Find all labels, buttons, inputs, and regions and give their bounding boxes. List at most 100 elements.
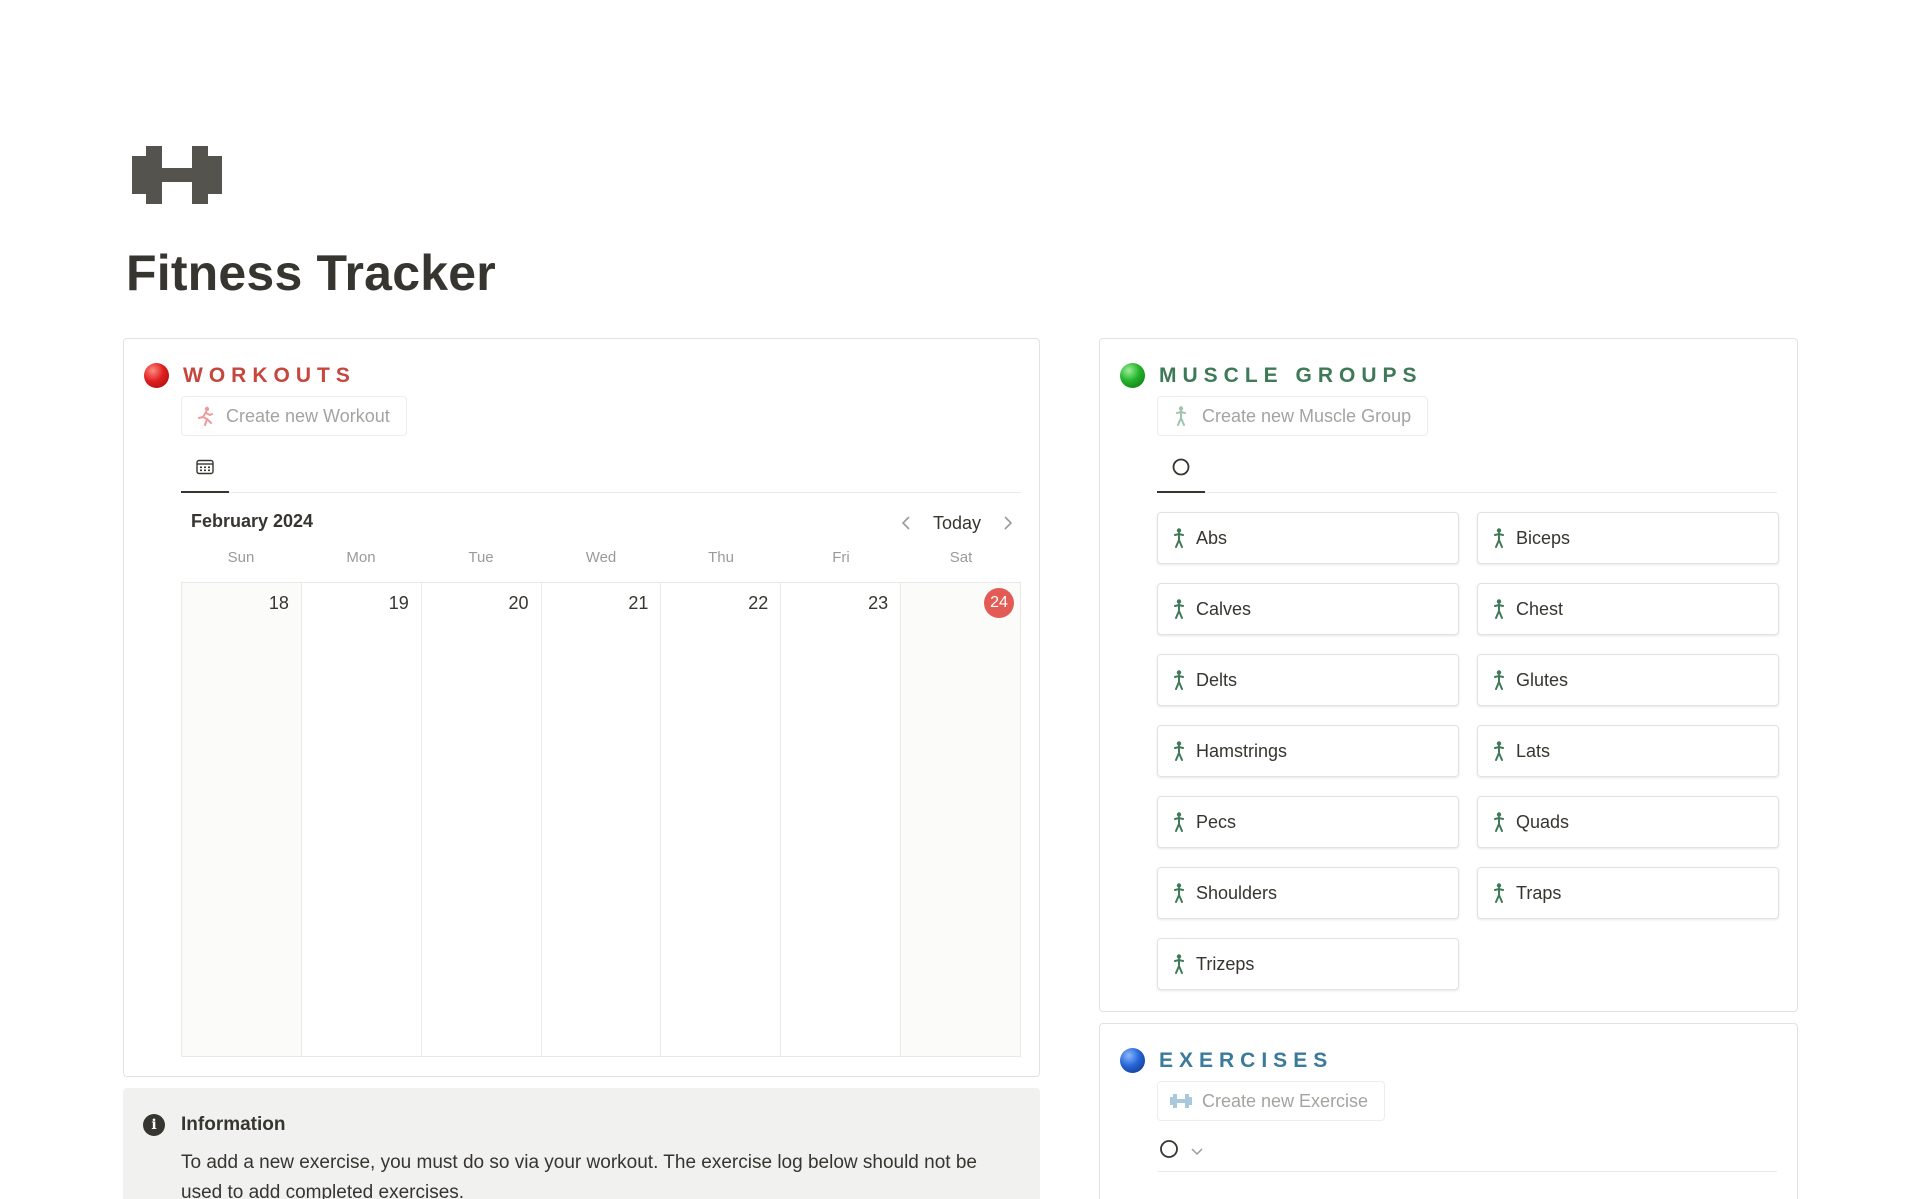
dumbbell-icon — [1170, 1090, 1192, 1112]
create-workout-button[interactable]: Create new Workout — [181, 396, 407, 436]
calendar-weekdays: Sun Mon Tue Wed Thu Fri Sat — [181, 549, 1021, 579]
muscle-group-name: Pecs — [1196, 811, 1237, 832]
create-exercise-button[interactable]: Create new Exercise — [1157, 1081, 1386, 1121]
standing-figure-icon — [1492, 883, 1506, 903]
standing-figure-icon — [1492, 741, 1506, 761]
workouts-title: WORKOUTS — [183, 363, 356, 387]
calendar-day-cell[interactable]: 18 — [182, 583, 302, 1056]
calendar-week-grid: 18 19 20 21 22 23 24 — [181, 582, 1022, 1057]
exercises-view-bar — [1157, 1132, 1777, 1172]
calendar-day-cell[interactable]: 20 — [422, 583, 542, 1056]
workouts-database: WORKOUTS Create new Workout February 202… — [123, 338, 1040, 1077]
muscle-group-name: Shoulders — [1196, 882, 1278, 903]
muscle-group-card[interactable]: Hamstrings — [1157, 725, 1459, 777]
info-icon: i — [143, 1114, 165, 1136]
workouts-header: WORKOUTS — [144, 363, 356, 388]
green-circle-icon — [1120, 363, 1145, 388]
muscle-group-name: Calves — [1196, 598, 1252, 619]
day-number: 23 — [868, 593, 889, 613]
muscle-group-name: Glutes — [1516, 669, 1569, 690]
today-day-badge: 24 — [984, 588, 1015, 618]
muscle-group-card[interactable]: Trizeps — [1157, 938, 1459, 990]
muscle-group-card[interactable]: Traps — [1477, 867, 1779, 919]
calendar-day-cell[interactable]: 23 — [781, 583, 902, 1056]
standing-figure-icon — [1172, 670, 1186, 690]
muscle-group-card[interactable]: Glutes — [1477, 654, 1779, 706]
muscle-group-card[interactable]: Chest — [1477, 583, 1779, 635]
day-number: 20 — [508, 593, 529, 613]
tab-calendar-view[interactable] — [181, 447, 229, 493]
weekday-label: Sun — [227, 549, 255, 566]
weekday-label: Fri — [832, 549, 850, 566]
info-text: To add a new exercise, you must do so vi… — [181, 1152, 977, 1199]
muscle-group-name: Trizeps — [1196, 953, 1255, 974]
muscle-group-name: Quads — [1516, 811, 1570, 832]
create-muscle-group-button[interactable]: Create new Muscle Group — [1157, 396, 1429, 436]
weekday-label: Wed — [585, 549, 617, 566]
muscle-group-card[interactable]: Calves — [1157, 583, 1459, 635]
standing-figure-icon — [1492, 528, 1506, 548]
circle-icon — [1172, 458, 1190, 481]
day-number: 18 — [268, 593, 289, 613]
calendar-month: February 2024 — [191, 511, 314, 531]
muscle-groups-database: MUSCLE GROUPS Create new Muscle Group Ab… — [1099, 338, 1798, 1012]
day-number: 22 — [748, 593, 769, 613]
muscle-groups-header: MUSCLE GROUPS — [1120, 363, 1423, 388]
workouts-view-tabs — [181, 447, 1021, 493]
exercises-title: EXERCISES — [1159, 1048, 1334, 1072]
muscle-groups-title: MUSCLE GROUPS — [1159, 363, 1423, 387]
muscle-group-name: Delts — [1196, 669, 1238, 690]
muscle-group-card[interactable]: Lats — [1477, 725, 1779, 777]
weekday-label: Thu — [708, 549, 734, 566]
today-button[interactable]: Today — [919, 513, 995, 534]
blue-circle-icon — [1120, 1048, 1145, 1073]
create-muscle-group-label: Create new Muscle Group — [1202, 405, 1412, 426]
muscle-group-card[interactable]: Pecs — [1157, 796, 1459, 848]
chevron-left-icon[interactable] — [893, 510, 919, 536]
create-exercise-label: Create new Exercise — [1202, 1090, 1369, 1111]
dumbbell-icon[interactable] — [132, 146, 222, 204]
exercises-header: EXERCISES — [1120, 1048, 1333, 1073]
exercises-database: EXERCISES Create new Exercise — [1099, 1023, 1798, 1199]
standing-figure-icon — [1172, 528, 1186, 548]
create-workout-label: Create new Workout — [226, 405, 390, 426]
calendar-header: February 2024 Today — [181, 507, 1021, 539]
calendar-nav: Today — [893, 507, 1021, 539]
standing-figure-icon — [1172, 954, 1186, 974]
muscle-group-name: Chest — [1516, 598, 1564, 619]
muscle-group-card[interactable]: Delts — [1157, 654, 1459, 706]
circle-icon[interactable] — [1159, 1139, 1179, 1164]
weekday-label: Mon — [346, 549, 376, 566]
weekday-label: Tue — [468, 549, 494, 566]
muscle-group-name: Lats — [1516, 740, 1551, 761]
red-circle-icon — [144, 363, 169, 388]
muscle-group-card[interactable]: Shoulders — [1157, 867, 1459, 919]
muscle-group-card[interactable]: Biceps — [1477, 512, 1779, 564]
tab-gallery-view[interactable] — [1157, 447, 1205, 493]
weekday-label: Sat — [949, 549, 973, 566]
muscle-group-name: Abs — [1196, 527, 1228, 548]
information-callout: i Information To add a new exercise, you… — [123, 1088, 1040, 1199]
running-figure-icon — [194, 405, 216, 427]
standing-figure-icon — [1170, 405, 1192, 427]
calendar-icon — [196, 459, 214, 480]
info-title: Information — [181, 1114, 286, 1135]
calendar-day-cell[interactable]: 22 — [661, 583, 782, 1056]
chevron-right-icon[interactable] — [995, 510, 1021, 536]
standing-figure-icon — [1492, 599, 1506, 619]
muscle-groups-view-tabs — [1157, 447, 1777, 493]
muscle-group-card[interactable]: Abs — [1157, 512, 1459, 564]
calendar-day-cell[interactable]: 19 — [302, 583, 422, 1056]
standing-figure-icon — [1172, 599, 1186, 619]
muscle-group-name: Hamstrings — [1196, 740, 1288, 761]
calendar-day-cell[interactable]: 21 — [542, 583, 662, 1056]
muscle-group-card[interactable]: Quads — [1477, 796, 1779, 848]
standing-figure-icon — [1172, 741, 1186, 761]
standing-figure-icon — [1492, 812, 1506, 832]
day-number: 19 — [388, 593, 409, 613]
standing-figure-icon — [1172, 812, 1186, 832]
muscle-group-name: Biceps — [1516, 527, 1571, 548]
muscle-group-name: Traps — [1516, 882, 1562, 903]
calendar-day-cell-today[interactable]: 24 — [901, 583, 1022, 1056]
chevron-down-icon[interactable] — [1191, 1143, 1203, 1161]
